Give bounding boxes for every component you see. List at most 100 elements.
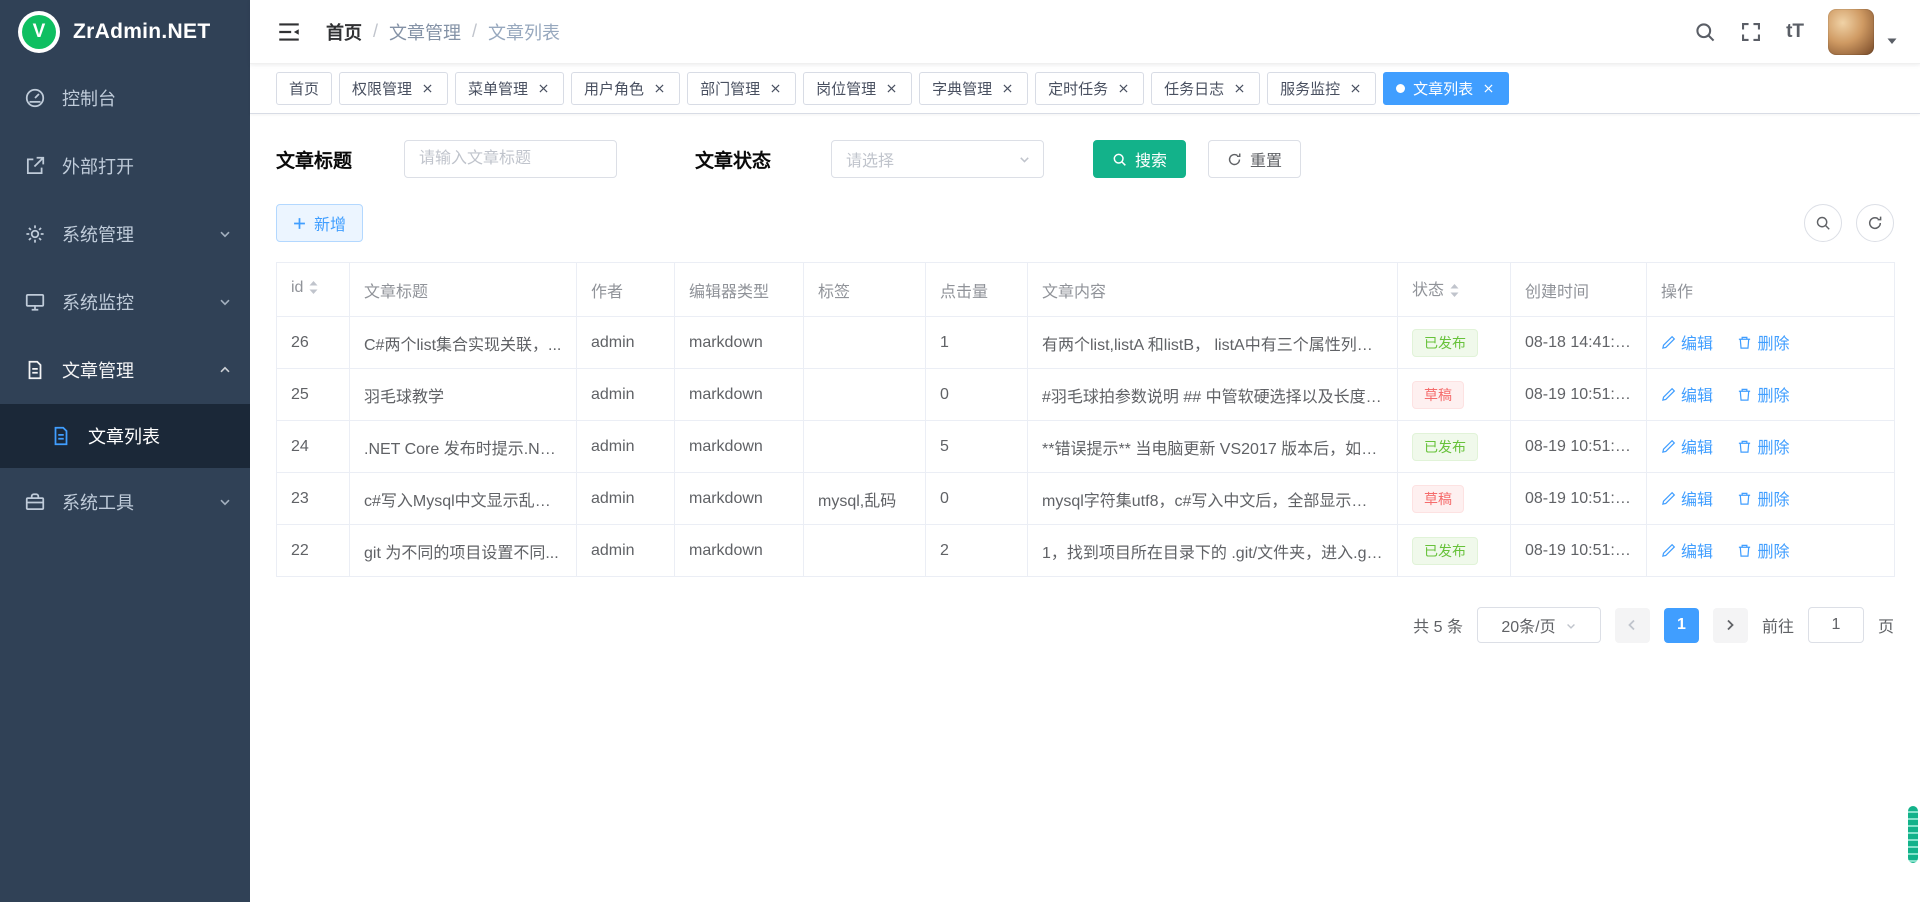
col-content: 文章内容	[1028, 263, 1398, 317]
tab-dictionary[interactable]: 字典管理	[919, 72, 1028, 105]
sidebar-item-article-list[interactable]: 文章列表	[0, 404, 250, 468]
logo[interactable]: V ZrAdmin.NET	[0, 0, 250, 64]
reset-button[interactable]: 重置	[1208, 140, 1301, 178]
tab-department[interactable]: 部门管理	[687, 72, 796, 105]
sidebar-item-article-management[interactable]: 文章管理	[0, 336, 250, 404]
font-size-icon[interactable]: tT	[1786, 21, 1804, 43]
col-clicks: 点击量	[926, 263, 1028, 317]
cell-title: c#写入Mysql中文显示乱码 ...	[350, 473, 577, 525]
delete-button[interactable]: 删除	[1737, 330, 1789, 354]
sort-caret-icon[interactable]	[1449, 283, 1460, 303]
article-table: id 文章标题 作者 编辑器类型 标签 点击量 文章内容 状态 创建时间 操作	[276, 262, 1895, 577]
sidebar-item-system-monitor[interactable]: 系统监控	[0, 268, 250, 336]
refresh-button[interactable]	[1856, 204, 1894, 242]
close-icon[interactable]	[1116, 81, 1131, 96]
close-icon[interactable]	[1481, 81, 1496, 96]
goto-page-input[interactable]	[1808, 607, 1864, 643]
cell-author: admin	[577, 421, 675, 473]
cell-content: #羽毛球拍参数说明 ## 中管软硬选择以及长度介...	[1028, 369, 1398, 421]
close-icon[interactable]	[1348, 81, 1363, 96]
edit-button[interactable]: 编辑	[1661, 330, 1713, 354]
fullscreen-icon[interactable]	[1740, 21, 1762, 43]
gear-icon	[24, 223, 46, 245]
col-status[interactable]: 状态	[1398, 263, 1511, 317]
cell-status: 已发布	[1398, 317, 1511, 369]
edit-button[interactable]: 编辑	[1661, 486, 1713, 510]
page-1-button[interactable]: 1	[1664, 608, 1699, 643]
sort-caret-icon[interactable]	[308, 280, 319, 300]
article-status-select[interactable]: 请选择	[831, 140, 1044, 178]
breadcrumb-home[interactable]: 首页	[326, 19, 362, 45]
close-icon[interactable]	[1232, 81, 1247, 96]
topbar: 首页 / 文章管理 / 文章列表 tT	[250, 0, 1920, 64]
logo-letter: V	[22, 15, 56, 49]
avatar[interactable]	[1828, 9, 1874, 55]
delete-button[interactable]: 删除	[1737, 486, 1789, 510]
cell-actions: 编辑 删除	[1647, 369, 1895, 421]
page-content: 文章标题 文章状态 请选择 搜索 重置 新增	[250, 114, 1920, 902]
menu-fold-icon[interactable]	[276, 19, 302, 45]
cell-status: 已发布	[1398, 525, 1511, 577]
tab-post[interactable]: 岗位管理	[803, 72, 912, 105]
tab-task-log[interactable]: 任务日志	[1151, 72, 1260, 105]
close-icon[interactable]	[768, 81, 783, 96]
delete-button[interactable]: 删除	[1737, 434, 1789, 458]
sidebar-item-external-link[interactable]: 外部打开	[0, 132, 250, 200]
col-actions: 操作	[1647, 263, 1895, 317]
cell-tags	[804, 317, 926, 369]
topbar-actions: tT	[1694, 9, 1898, 55]
tab-user-role[interactable]: 用户角色	[571, 72, 680, 105]
cell-status: 草稿	[1398, 369, 1511, 421]
toggle-search-button[interactable]	[1804, 204, 1842, 242]
add-button[interactable]: 新增	[276, 204, 363, 242]
breadcrumb-separator: /	[373, 21, 378, 42]
cell-status: 草稿	[1398, 473, 1511, 525]
close-icon[interactable]	[884, 81, 899, 96]
search-icon[interactable]	[1694, 21, 1716, 43]
cell-actions: 编辑 删除	[1647, 317, 1895, 369]
cell-content: 1，找到项目所在目录下的 .git/文件夹，进入.git/...	[1028, 525, 1398, 577]
status-badge: 已发布	[1412, 433, 1478, 461]
cell-editor: markdown	[675, 369, 804, 421]
cell-created: 08-18 14:41:36	[1511, 317, 1647, 369]
delete-button[interactable]: 删除	[1737, 538, 1789, 562]
article-management-submenu: 文章列表	[0, 404, 250, 468]
active-dot	[1396, 84, 1405, 93]
app-title: ZrAdmin.NET	[73, 20, 210, 44]
tags-view: 首页 权限管理 菜单管理 用户角色 部门管理 岗位管理 字典管理 定时任务 任务…	[250, 64, 1920, 114]
breadcrumb-article-management[interactable]: 文章管理	[389, 19, 461, 45]
tab-permission[interactable]: 权限管理	[339, 72, 448, 105]
tab-home[interactable]: 首页	[276, 72, 332, 105]
close-icon[interactable]	[652, 81, 667, 96]
cell-clicks: 5	[926, 421, 1028, 473]
table-toolbar: 新增	[276, 204, 1894, 242]
prev-page-button[interactable]	[1615, 608, 1650, 643]
delete-button[interactable]: 删除	[1737, 382, 1789, 406]
edit-button[interactable]: 编辑	[1661, 538, 1713, 562]
page-size-select[interactable]: 20条/页	[1477, 607, 1601, 643]
cell-editor: markdown	[675, 317, 804, 369]
chevron-down-icon	[218, 295, 232, 309]
search-button[interactable]: 搜索	[1093, 140, 1186, 178]
breadcrumb: 首页 / 文章管理 / 文章列表	[326, 19, 560, 45]
close-icon[interactable]	[536, 81, 551, 96]
scrollbar-thumb[interactable]	[1908, 806, 1918, 863]
article-title-input[interactable]	[404, 140, 617, 178]
sidebar-item-system-management[interactable]: 系统管理	[0, 200, 250, 268]
close-icon[interactable]	[1000, 81, 1015, 96]
table-row: 25 羽毛球教学 admin markdown 0 #羽毛球拍参数说明 ## 中…	[277, 369, 1895, 421]
cell-id: 26	[277, 317, 350, 369]
edit-button[interactable]: 编辑	[1661, 434, 1713, 458]
sidebar-item-system-tools[interactable]: 系统工具	[0, 468, 250, 536]
next-page-button[interactable]	[1713, 608, 1748, 643]
edit-button[interactable]: 编辑	[1661, 382, 1713, 406]
tab-article-list[interactable]: 文章列表	[1383, 72, 1509, 105]
tab-service-monitor[interactable]: 服务监控	[1267, 72, 1376, 105]
col-id[interactable]: id	[277, 263, 350, 317]
close-icon[interactable]	[420, 81, 435, 96]
tab-scheduled-task[interactable]: 定时任务	[1035, 72, 1144, 105]
logo-icon: V	[18, 11, 60, 53]
tab-menu-management[interactable]: 菜单管理	[455, 72, 564, 105]
chevron-down-icon[interactable]	[1886, 35, 1898, 47]
sidebar-item-dashboard[interactable]: 控制台	[0, 64, 250, 132]
